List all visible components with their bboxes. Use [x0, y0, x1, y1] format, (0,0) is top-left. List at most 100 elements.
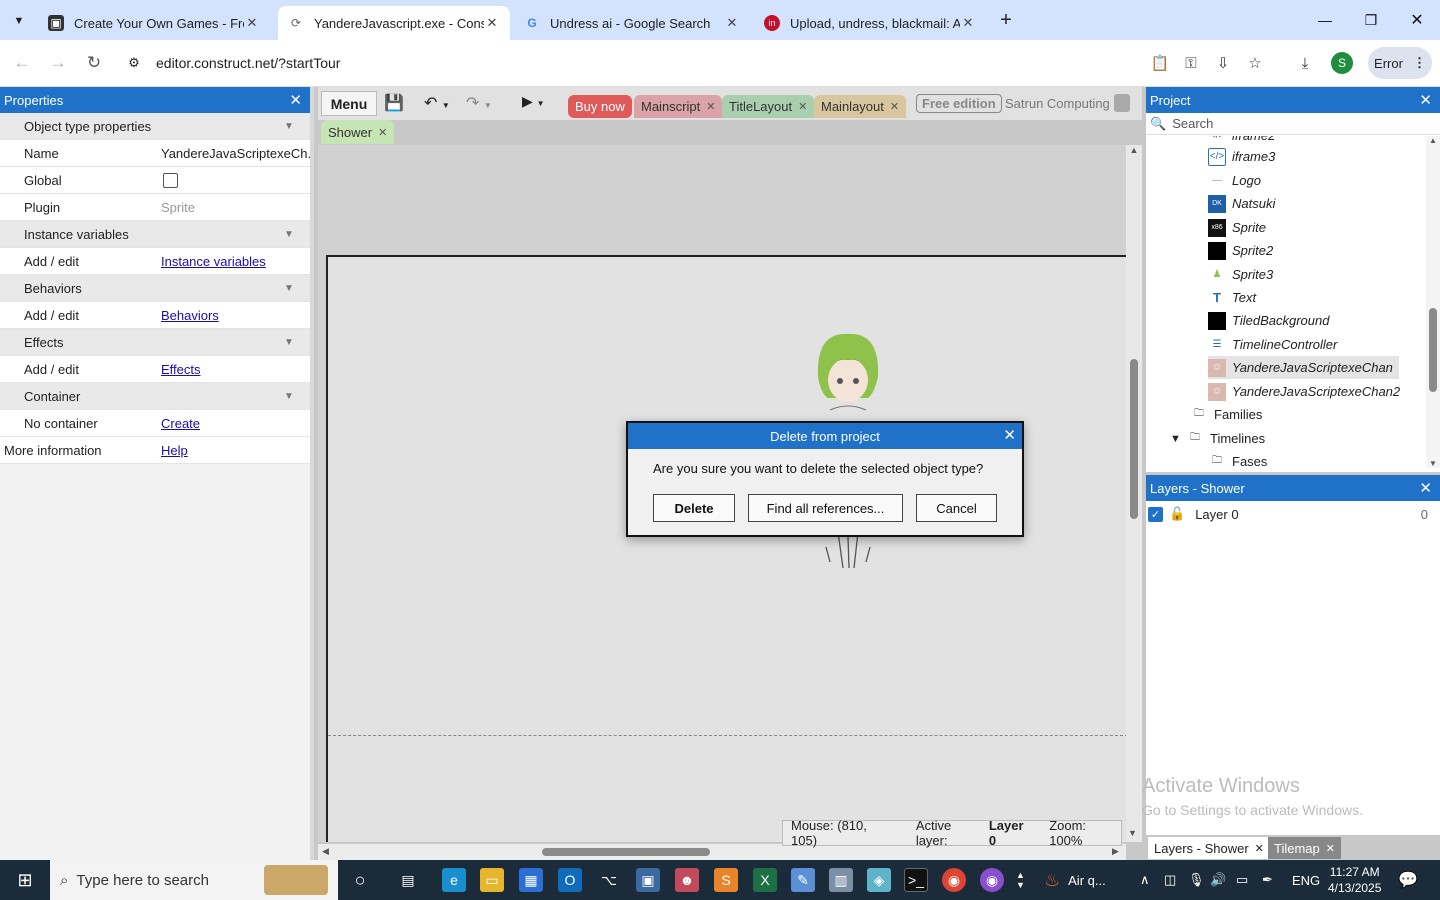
expand-arrow-icon[interactable]: ▼	[1170, 433, 1186, 445]
scroll-left-icon[interactable]: ◀	[322, 846, 329, 857]
cancel-button[interactable]: Cancel	[916, 494, 997, 522]
browser-tab-3[interactable]: G Undress ai - Google Search ✕	[514, 6, 750, 40]
tree-item-sprite3[interactable]: ♟ Sprite3	[1208, 263, 1274, 286]
bookmark-star-icon[interactable]: ☆	[1244, 52, 1266, 74]
error-button[interactable]: Error ⋮	[1368, 47, 1432, 79]
close-icon[interactable]: ✕	[798, 100, 807, 113]
lock-icon[interactable]: 🔓	[1169, 506, 1185, 522]
tree-folder-timelines[interactable]: ▼ 🗀 Timelines	[1170, 427, 1265, 450]
outlook-icon[interactable]: O	[558, 868, 582, 892]
file-explorer-icon[interactable]: ▭	[480, 868, 504, 892]
tab-mainlayout[interactable]: Mainlayout ✕	[814, 95, 907, 118]
instance-variables-link[interactable]: Instance variables	[161, 254, 266, 269]
section-effects[interactable]: Effects ▼	[0, 329, 310, 356]
install-app-icon[interactable]: ⇩	[1212, 52, 1234, 74]
excel-icon[interactable]: X	[753, 868, 777, 892]
vertical-scrollbar[interactable]: ▲	[1126, 145, 1142, 842]
back-icon[interactable]: ←	[10, 51, 34, 75]
tree-item-logo[interactable]: — Logo	[1208, 169, 1261, 192]
pen-icon[interactable]: ✒	[1262, 860, 1273, 900]
tree-folder-families[interactable]: 🗀 Families	[1190, 403, 1262, 426]
browser-tab-1[interactable]: ▣ Create Your Own Games - Free ✕	[38, 6, 270, 40]
chrome-profile-icon[interactable]: ◉	[980, 868, 1004, 892]
browser-tab-2[interactable]: ⟳ YandereJavascript.exe - Constru ✕	[278, 6, 510, 40]
clock[interactable]: 11:27 AM 4/13/2025	[1328, 860, 1381, 900]
download-icon[interactable]: ⤓	[1294, 52, 1316, 74]
close-icon[interactable]: ✕	[1419, 91, 1432, 109]
undo-icon[interactable]: ↶ ▼	[424, 93, 450, 113]
tab-titlelayout[interactable]: TitleLayout ✕	[722, 95, 815, 118]
new-tab-icon[interactable]: +	[994, 8, 1018, 32]
tray-chevron-icon[interactable]: ∧	[1140, 860, 1150, 900]
app-icon-1[interactable]: ▣	[636, 868, 660, 892]
app-icon-2[interactable]: ☻	[675, 868, 699, 892]
tab-search-icon[interactable]: ▼	[8, 10, 30, 32]
section-object-type[interactable]: Object type properties ▼	[0, 113, 310, 140]
address-bar[interactable]: ⚙ editor.construct.net/?startTour	[120, 46, 1280, 80]
camera-icon[interactable]: ◫	[1164, 860, 1176, 900]
close-icon[interactable]: ✕	[1419, 479, 1432, 497]
close-icon[interactable]: ✕	[244, 15, 260, 31]
tree-folder-fases[interactable]: 🗀 Fases	[1208, 450, 1267, 468]
vertical-scroll-thumb[interactable]	[1130, 359, 1138, 519]
windows-start-icon[interactable]: ⊞	[13, 868, 37, 892]
free-edition-badge[interactable]: Free edition	[916, 94, 1002, 113]
profile-avatar[interactable]: S	[1331, 52, 1353, 74]
close-icon[interactable]: ✕	[1003, 426, 1016, 444]
tree-item-tiledbackground[interactable]: TiledBackground	[1208, 309, 1329, 332]
tab-tilemap[interactable]: Tilemap ✕	[1268, 837, 1341, 859]
layer-row[interactable]: ✓ 🔓 Layer 0 0	[1146, 501, 1440, 527]
edge-icon[interactable]: e	[442, 868, 466, 892]
tree-item-sprite2[interactable]: Sprite2	[1208, 239, 1273, 262]
reload-icon[interactable]: ↻	[82, 51, 106, 75]
chrome-icon[interactable]: ◉	[942, 868, 966, 892]
app-icon-3[interactable]: ▥	[829, 868, 853, 892]
cortana-icon[interactable]: ○	[348, 868, 372, 892]
tab-shower[interactable]: Shower ✕	[321, 120, 395, 144]
tree-item-text[interactable]: T Text	[1208, 286, 1256, 309]
help-link[interactable]: Help	[161, 443, 188, 458]
scroll-down-icon[interactable]: ▼	[1426, 459, 1440, 468]
close-icon[interactable]: ✕	[890, 100, 899, 113]
section-container[interactable]: Container ▼	[0, 383, 310, 410]
tree-item-natsuki[interactable]: DK Natsuki	[1208, 192, 1275, 215]
weather-widget[interactable]: ♨ Air q...	[1044, 860, 1106, 900]
save-icon[interactable]: 💾	[384, 93, 404, 113]
task-view-icon[interactable]: ▤	[396, 868, 420, 892]
buy-now-tab[interactable]: Buy now	[568, 95, 632, 118]
sublime-icon[interactable]: S	[714, 868, 738, 892]
tab-mainscript[interactable]: Mainscript ✕	[634, 95, 723, 118]
tree-item-timelinecontroller[interactable]: ☰ TimelineController	[1208, 333, 1338, 356]
find-references-button[interactable]: Find all references...	[748, 494, 903, 522]
tree-item-yandere-chan2[interactable]: ☺ YandereJavaScriptexeChan2	[1208, 380, 1400, 403]
tree-item-iframe3[interactable]: </> iframe3	[1208, 145, 1275, 168]
prop-row-name[interactable]: Name YandereJavaScriptexeCh...	[0, 140, 310, 167]
notepad-icon[interactable]: ✎	[791, 868, 815, 892]
taskbar-search[interactable]: ⌕ Type here to search	[50, 860, 338, 900]
layer-visible-checkbox[interactable]: ✓	[1148, 506, 1163, 522]
horizontal-scroll-thumb[interactable]	[542, 848, 710, 856]
behaviors-link[interactable]: Behaviors	[161, 308, 219, 323]
preview-play-icon[interactable]: ▶ ▼	[522, 93, 545, 110]
menu-button[interactable]: Menu	[321, 91, 377, 116]
microphone-icon[interactable]: 🎙	[1188, 860, 1205, 900]
project-search[interactable]: 🔍 Search	[1146, 113, 1440, 135]
project-scrollbar[interactable]: ▲ ▼	[1426, 136, 1440, 468]
tab-layers-shower[interactable]: Layers - Shower ✕	[1148, 837, 1270, 859]
close-icon[interactable]: ✕	[378, 126, 387, 139]
notification-icon[interactable]: 💬	[1398, 860, 1418, 900]
network-icon[interactable]: ▭	[1236, 860, 1248, 900]
close-icon[interactable]: ✕	[484, 15, 500, 31]
tree-item-sprite[interactable]: x86 Sprite	[1208, 216, 1266, 239]
tree-item-yandere-chan[interactable]: ☺ YandereJavaScriptexeChan	[1208, 356, 1399, 379]
global-checkbox[interactable]	[163, 173, 178, 189]
minimize-icon[interactable]: —	[1302, 0, 1348, 40]
browser-tab-4[interactable]: in Upload, undress, blackmail: AI n ✕	[754, 6, 986, 40]
scroll-down-icon[interactable]: ▼	[1128, 828, 1137, 838]
close-icon[interactable]: ✕	[289, 91, 302, 109]
effects-link[interactable]: Effects	[161, 362, 201, 377]
window-close-icon[interactable]: ✕	[1394, 0, 1440, 40]
scroll-up-icon[interactable]: ▲	[1426, 136, 1440, 145]
site-info-icon[interactable]: ⚙	[120, 55, 148, 71]
close-icon[interactable]: ✕	[724, 15, 740, 31]
